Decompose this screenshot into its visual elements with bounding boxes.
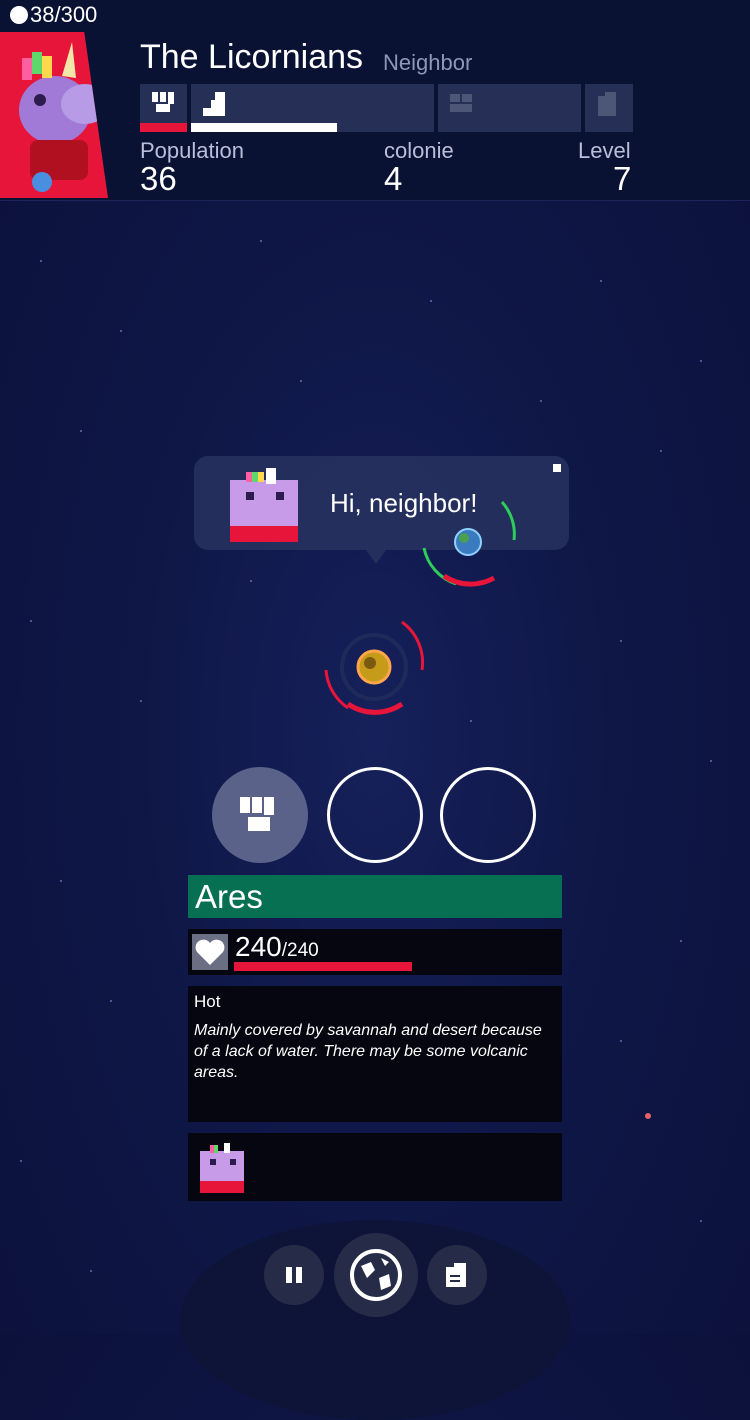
tab-building-progress [191, 123, 337, 132]
planet-owner[interactable] [188, 1133, 562, 1201]
coin-count-text: 38/300 [30, 2, 98, 27]
slot-military[interactable] [212, 767, 308, 863]
planet-description-box: Hot Mainly covered by savannah and deser… [188, 986, 562, 1122]
colonie-value: 4 [384, 160, 403, 197]
civ-portrait[interactable] [0, 32, 108, 198]
galaxy-button[interactable] [334, 1233, 418, 1317]
planet-climate: Hot [194, 992, 221, 1011]
civ-name: The Licornians [140, 38, 364, 76]
home-planet-ares[interactable] [318, 612, 432, 722]
heart-icon [195, 939, 225, 965]
hp-max: /240 [281, 940, 319, 961]
notes-button[interactable] [427, 1245, 487, 1305]
globe-icon [350, 1249, 402, 1301]
hp-value: 240/240 [235, 931, 319, 963]
coin-icon [10, 6, 28, 24]
tab-military[interactable] [140, 84, 187, 132]
unicorn-pixel-icon [230, 468, 298, 542]
neighbor-planet[interactable] [410, 488, 526, 592]
build-icon [203, 92, 225, 116]
fist-icon [152, 92, 174, 112]
tab-notes[interactable] [585, 84, 633, 132]
slot-empty-2[interactable] [440, 767, 536, 863]
planet-description: Mainly covered by savannah and desert be… [194, 1022, 542, 1081]
planet-hp: 240/240 [188, 929, 562, 975]
unicorn-pixel-icon [200, 1143, 244, 1193]
dialog-close-icon[interactable] [553, 464, 561, 472]
tab-research[interactable] [438, 84, 581, 132]
hp-bar [234, 962, 412, 971]
level-value: 7 [613, 160, 632, 197]
notes-icon [446, 1263, 466, 1287]
coin-counter: 38/300 [10, 2, 97, 28]
civ-header: 38/300 The Licornians Neighbor Populatio… [0, 0, 750, 201]
document-icon [598, 92, 616, 116]
tab-military-progress [140, 123, 187, 132]
civ-relation: Neighbor [383, 50, 473, 75]
tab-building[interactable] [191, 84, 434, 132]
hp-current: 240 [235, 931, 282, 962]
slot-empty-1[interactable] [327, 767, 423, 863]
planet-name: Ares [188, 875, 562, 918]
research-icon [450, 94, 472, 112]
pause-icon [286, 1267, 302, 1283]
pause-button[interactable] [264, 1245, 324, 1305]
population-value: 36 [140, 160, 177, 197]
fist-icon [240, 797, 274, 831]
unicorn-avatar-icon [19, 42, 108, 192]
